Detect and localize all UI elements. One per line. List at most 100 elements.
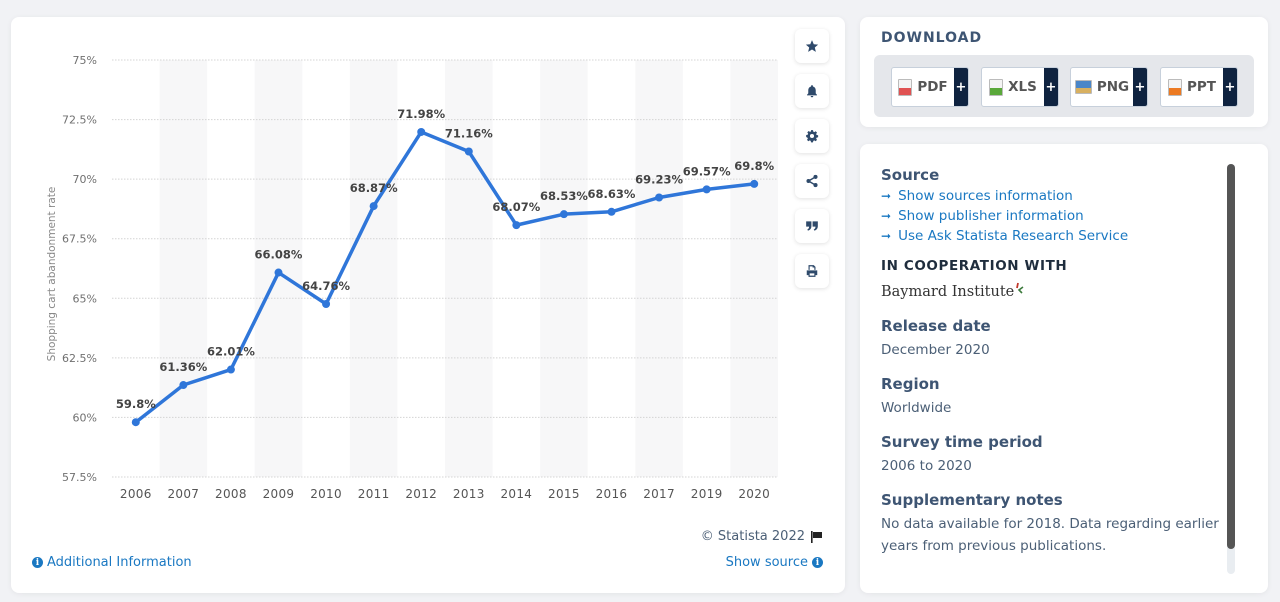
data-point <box>179 381 188 390</box>
pdf-label: PDF <box>917 79 948 95</box>
data-label: 68.87% <box>350 181 398 195</box>
data-point <box>417 127 426 136</box>
quote-icon <box>806 221 818 231</box>
ask-statista-label: Use Ask Statista Research Service <box>898 228 1129 244</box>
show-publisher-link[interactable]: ➞ Show publisher information <box>881 208 1226 224</box>
x-tick-label: 2013 <box>453 487 485 501</box>
flag-icon[interactable] <box>811 530 823 543</box>
supplementary-notes-value: No data available for 2018. Data regardi… <box>881 516 1219 554</box>
baymard-mark-icon <box>1016 282 1024 294</box>
scrollbar-track[interactable] <box>1227 164 1235 574</box>
data-point <box>226 365 235 374</box>
y-tick-label: 60% <box>73 411 97 424</box>
scrollbar-thumb[interactable] <box>1227 164 1235 549</box>
region-heading: Region <box>881 375 940 393</box>
info-icon: i <box>812 557 823 568</box>
supplementary-notes-heading: Supplementary notes <box>881 491 1063 509</box>
x-axis-ticks: 2006 2007 2008 2009 2010 2011 2012 2013 2014 2015… <box>120 487 770 501</box>
data-point <box>607 207 616 216</box>
data-label: 69.57% <box>683 164 731 178</box>
xls-plus[interactable]: + <box>1044 68 1058 106</box>
column-band <box>540 60 588 477</box>
settings-button[interactable] <box>795 119 829 153</box>
x-tick-label: 2010 <box>310 487 342 501</box>
x-tick-label: 2016 <box>596 487 628 501</box>
pdf-file-icon <box>898 78 913 96</box>
x-tick-label: 2015 <box>548 487 580 501</box>
y-tick-label: 70% <box>73 173 97 186</box>
x-tick-label: 2006 <box>120 487 152 501</box>
release-date-value: December 2020 <box>881 342 990 358</box>
chart-toolbar <box>795 29 831 299</box>
survey-period-value: 2006 to 2020 <box>881 458 972 474</box>
data-label: 62.01% <box>207 345 255 359</box>
data-label: 66.08% <box>255 248 303 262</box>
data-point <box>750 179 759 188</box>
x-tick-label: 2020 <box>738 487 770 501</box>
favorite-button[interactable] <box>795 29 829 63</box>
y-tick-label: 65% <box>73 292 97 305</box>
download-pdf-button[interactable]: PDF + <box>891 67 969 107</box>
cite-button[interactable] <box>795 209 829 243</box>
print-button[interactable] <box>795 254 829 288</box>
y-tick-label: 75% <box>73 54 97 67</box>
data-point <box>322 300 331 309</box>
x-tick-label: 2019 <box>691 487 723 501</box>
data-label: 69.23% <box>635 172 683 186</box>
pdf-plus[interactable]: + <box>954 68 968 106</box>
data-label: 59.8% <box>116 397 156 411</box>
ppt-plus[interactable]: + <box>1223 68 1237 106</box>
survey-period-heading: Survey time period <box>881 433 1043 451</box>
data-label: 61.36% <box>159 360 207 374</box>
download-ppt-button[interactable]: PPT + <box>1160 67 1238 107</box>
notification-button[interactable] <box>795 74 829 108</box>
chart-card: 57.5% 60% 62.5% 65% 67.5% 70% 72.5% 75% 2006 200… <box>11 17 845 593</box>
download-title: DOWNLOAD <box>881 30 983 46</box>
data-label: 69.8% <box>734 159 774 173</box>
ppt-file-icon <box>1168 78 1182 96</box>
xls-label: XLS <box>1008 79 1037 95</box>
column-band <box>730 60 778 477</box>
column-band <box>159 60 208 477</box>
download-card: DOWNLOAD PDF + XLS + PNG + PPT + <box>860 17 1268 127</box>
gear-icon <box>806 130 819 143</box>
print-icon <box>806 265 818 277</box>
download-xls-button[interactable]: XLS + <box>981 67 1059 107</box>
x-tick-label: 2007 <box>167 487 199 501</box>
data-label: 68.53% <box>540 189 588 203</box>
ppt-label: PPT <box>1187 79 1216 95</box>
partner-logo: Baymard Institute <box>881 282 1226 300</box>
y-axis-label: Shopping cart abandonment rate <box>46 187 58 362</box>
x-tick-label: 2009 <box>263 487 295 501</box>
release-date-heading: Release date <box>881 317 991 335</box>
region-value: Worldwide <box>881 400 952 416</box>
show-source-link[interactable]: Show source i <box>726 555 823 570</box>
arrow-right-icon: ➞ <box>881 209 892 223</box>
ask-statista-link[interactable]: ➞ Use Ask Statista Research Service <box>881 228 1226 244</box>
column-band <box>349 60 398 477</box>
data-label: 68.63% <box>588 187 636 201</box>
x-tick-label: 2012 <box>405 487 437 501</box>
x-tick-label: 2017 <box>643 487 675 501</box>
show-sources-link[interactable]: ➞ Show sources information <box>881 188 1226 204</box>
source-heading: Source <box>881 166 940 184</box>
xls-file-icon <box>989 78 1004 96</box>
x-tick-label: 2011 <box>358 487 390 501</box>
download-tray: PDF + XLS + PNG + PPT + <box>874 55 1254 117</box>
png-plus[interactable]: + <box>1133 68 1147 106</box>
y-tick-label: 67.5% <box>62 233 97 246</box>
png-image-icon <box>1074 80 1092 94</box>
line-chart: 57.5%60%62.5%65%67.5%70%72.5%75% 2006 200… <box>46 54 778 501</box>
column-bands <box>159 60 778 477</box>
additional-information-label: Additional Information <box>47 555 192 570</box>
share-button[interactable] <box>795 164 829 198</box>
x-tick-label: 2014 <box>500 487 532 501</box>
star-icon <box>805 40 819 52</box>
data-point <box>512 221 521 230</box>
data-point <box>559 210 568 219</box>
download-png-button[interactable]: PNG + <box>1070 67 1148 107</box>
info-card: Source ➞ Show sources information ➞ Show… <box>860 144 1268 593</box>
data-point <box>655 193 664 202</box>
share-icon <box>806 174 818 188</box>
additional-information-link[interactable]: i Additional Information <box>32 555 192 570</box>
